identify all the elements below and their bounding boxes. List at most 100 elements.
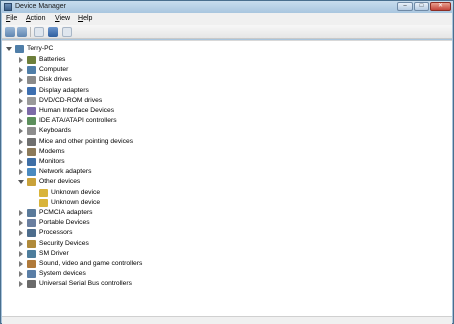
device-tree: Terry-PC Batteries Computer Disk drives Dis… — [2, 40, 452, 316]
tree-category-item[interactable]: Security Devices — [18, 239, 89, 249]
expand-arrow-icon[interactable] — [18, 97, 24, 104]
tree-category-item[interactable]: System devices — [18, 269, 86, 279]
tree-item-label: Modems — [39, 147, 65, 155]
tree-item-label: SM Driver — [39, 249, 69, 257]
tree-category-item[interactable]: PCMCIA adapters — [18, 208, 93, 218]
title-bar[interactable]: Device Manager – □ ✕ — [1, 1, 453, 13]
tree-item-label: Computer — [39, 66, 69, 74]
tree-category-item[interactable]: Modems — [18, 147, 65, 157]
tree-item-label: Security Devices — [39, 239, 89, 247]
tree-item-label: Batteries — [39, 56, 66, 63]
expand-arrow-icon[interactable] — [18, 67, 24, 74]
menu-view[interactable]: View — [55, 15, 70, 22]
tree-category-item[interactable]: Other devices — [18, 177, 80, 187]
tree-category-item[interactable]: Portable Devices — [18, 218, 90, 228]
collapse-arrow-icon[interactable] — [6, 46, 12, 52]
expand-arrow-icon[interactable] — [18, 108, 24, 114]
expand-arrow-icon[interactable] — [18, 118, 24, 125]
tree-item-label: Network adapters — [39, 168, 92, 176]
expand-arrow-icon[interactable] — [18, 57, 24, 63]
expand-arrow-icon[interactable] — [18, 240, 24, 247]
unknown-device-warning-icon — [39, 188, 48, 197]
keyboard-icon — [27, 127, 36, 136]
expand-arrow-icon[interactable] — [18, 271, 24, 278]
expand-arrow-icon[interactable] — [18, 261, 24, 267]
expand-arrow-icon[interactable] — [18, 250, 24, 257]
battery-icon — [27, 56, 36, 64]
expand-arrow-icon[interactable] — [18, 169, 24, 176]
device-manager-window: Device Manager – □ ✕ File Action View He… — [0, 0, 454, 324]
other-devices-icon — [27, 178, 36, 187]
system-device-icon — [27, 270, 36, 279]
tree-item-label: Monitors — [39, 158, 65, 165]
computer-icon — [27, 66, 36, 75]
expand-arrow-icon[interactable] — [18, 159, 24, 165]
tree-item-label: Other devices — [39, 178, 81, 186]
toolbar-separator — [30, 27, 31, 37]
tree-child-item[interactable]: Unknown device — [30, 198, 100, 208]
tree-item-label: Display adapters — [39, 86, 89, 94]
device-manager-icon — [4, 3, 12, 11]
tree-category-item[interactable]: Display adapters — [18, 86, 89, 96]
tree-category-item[interactable]: IDE ATA/ATAPI controllers — [18, 116, 117, 126]
menu-action[interactable]: Action — [26, 15, 45, 22]
tree-category-item[interactable]: Mice and other pointing devices — [18, 137, 133, 147]
close-button[interactable]: ✕ — [430, 2, 451, 11]
help-icon[interactable] — [48, 27, 58, 37]
expand-arrow-icon[interactable] — [18, 210, 24, 216]
computer-icon — [15, 45, 24, 53]
forward-arrow-icon[interactable] — [17, 27, 27, 37]
tree-item-label: Unknown device — [51, 198, 101, 206]
expand-arrow-icon[interactable] — [18, 87, 24, 94]
expand-arrow-icon[interactable] — [18, 220, 24, 227]
display-adapter-icon — [27, 86, 36, 95]
properties-icon[interactable] — [34, 27, 44, 37]
expand-arrow-icon[interactable] — [18, 128, 24, 135]
collapse-arrow-icon[interactable] — [18, 179, 24, 185]
expand-arrow-icon[interactable] — [18, 148, 24, 155]
tree-category-item[interactable]: Universal Serial Bus controllers — [18, 279, 132, 289]
ide-controller-icon — [27, 117, 36, 126]
status-bar — [2, 316, 452, 324]
tree-category-item[interactable]: Disk drives — [18, 75, 72, 85]
tree-item-label: Universal Serial Bus controllers — [39, 280, 132, 288]
tree-category-item[interactable]: Computer — [18, 65, 68, 75]
expand-arrow-icon[interactable] — [18, 230, 24, 237]
tree-item-label: IDE ATA/ATAPI controllers — [39, 117, 117, 125]
tree-item-label: DVD/CD-ROM drives — [39, 96, 103, 104]
show-hide-console-tree-icon[interactable] — [62, 27, 72, 37]
menu-help[interactable]: Help — [78, 15, 92, 22]
tree-item-label: Unknown device — [51, 188, 101, 196]
unknown-device-warning-icon — [39, 198, 48, 207]
tree-category-item[interactable]: Batteries — [18, 55, 65, 65]
tree-category-item[interactable]: Processors — [18, 228, 72, 238]
maximize-button[interactable]: □ — [414, 2, 429, 11]
modem-icon — [27, 147, 36, 156]
tree-category-item[interactable]: Human Interface Devices — [18, 106, 114, 116]
window-title: Device Manager — [15, 3, 66, 10]
tree-child-item[interactable]: Unknown device — [30, 188, 100, 198]
tree-item-label: Portable Devices — [39, 219, 90, 227]
disk-drive-icon — [27, 76, 36, 85]
mouse-icon — [27, 137, 36, 146]
expand-arrow-icon[interactable] — [18, 281, 24, 288]
menu-file[interactable]: File — [6, 15, 17, 22]
usb-icon — [27, 280, 36, 289]
tree-category-item[interactable]: Monitors — [18, 157, 65, 167]
tree-category-item[interactable]: Keyboards — [18, 126, 71, 136]
tree-category-item[interactable]: SM Driver — [18, 249, 69, 259]
dvd-drive-icon — [27, 96, 36, 105]
tree-root[interactable]: Terry-PC — [6, 44, 53, 54]
tree-item-label: Processors — [39, 229, 73, 237]
processor-icon — [27, 229, 36, 238]
tree-item-label: Human Interface Devices — [39, 107, 115, 114]
minimize-button[interactable]: – — [397, 2, 413, 11]
back-arrow-icon[interactable] — [5, 27, 15, 37]
expand-arrow-icon[interactable] — [18, 138, 24, 145]
tree-category-item[interactable]: DVD/CD-ROM drives — [18, 96, 102, 106]
tree-item-label: Keyboards — [39, 127, 71, 135]
tree-category-item[interactable]: Network adapters — [18, 167, 91, 177]
sm-driver-icon — [27, 249, 36, 258]
tree-category-item[interactable]: Sound, video and game controllers — [18, 259, 142, 269]
expand-arrow-icon[interactable] — [18, 77, 24, 84]
